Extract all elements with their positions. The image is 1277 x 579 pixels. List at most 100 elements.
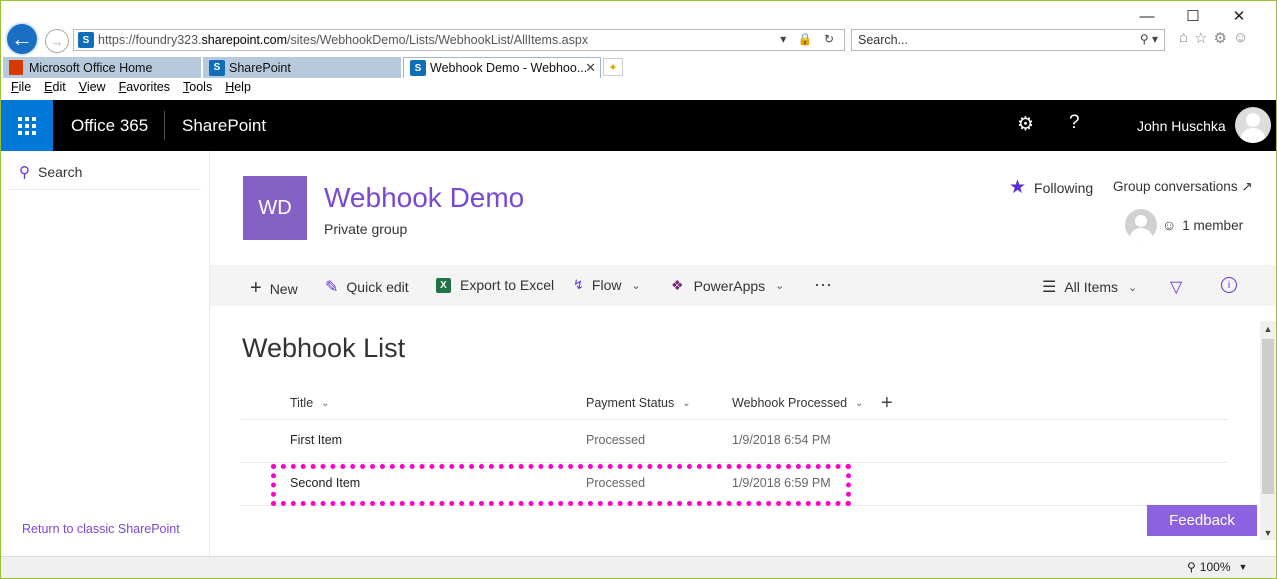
- sharepoint-favicon-icon: S: [209, 59, 225, 76]
- back-arrow-icon[interactable]: ←: [5, 22, 39, 56]
- menu-help[interactable]: Help: [225, 80, 251, 100]
- chevron-down-icon: ⌄: [321, 397, 330, 409]
- chevron-down-icon: ⌄: [775, 280, 785, 292]
- row1-processed: 1/9/2018 6:54 PM: [732, 433, 831, 447]
- nav-search-box[interactable]: ⚲ Search: [19, 163, 82, 181]
- menu-view[interactable]: View: [79, 80, 106, 100]
- info-icon[interactable]: i: [1221, 277, 1237, 293]
- url-host: sharepoint.com: [201, 33, 288, 47]
- filter-icon[interactable]: ▽: [1170, 277, 1182, 297]
- browser-window: — ☐ ✕ ← → S https://foundry323. sharepoin…: [0, 0, 1277, 579]
- column-header-webhook-processed[interactable]: Webhook Processed ⌄: [732, 396, 864, 410]
- column-header-title[interactable]: Title ⌄: [290, 396, 330, 410]
- row-divider: [241, 419, 1228, 420]
- zoom-control[interactable]: ⚲ 100% ▼: [1187, 560, 1247, 574]
- members-button[interactable]: ☺ 1 member: [1162, 217, 1243, 233]
- settings-gear-icon[interactable]: ⚙: [1017, 113, 1034, 136]
- app-launcher-icon[interactable]: [1, 100, 53, 151]
- highlight-annotation: [271, 464, 851, 506]
- member-avatar[interactable]: [1125, 209, 1157, 241]
- powerapps-icon: ❖: [671, 277, 684, 293]
- menu-file[interactable]: File: [11, 80, 31, 100]
- close-icon[interactable]: ✕: [1216, 5, 1262, 27]
- powerapps-label: PowerApps: [693, 277, 766, 294]
- plus-icon: +: [250, 277, 262, 299]
- column-label: Payment Status: [586, 396, 675, 410]
- browser-toolbar: ⌂ ☆ ⚙ ☺: [1179, 29, 1248, 47]
- column-header-payment-status[interactable]: Payment Status ⌄: [586, 396, 691, 410]
- following-button[interactable]: ★ Following: [1009, 176, 1093, 199]
- user-avatar[interactable]: [1235, 107, 1271, 143]
- dropdown-icon[interactable]: ▾: [780, 32, 790, 46]
- search-icon: ⚲: [19, 164, 30, 181]
- row-divider: [241, 462, 1228, 463]
- browser-search-icon[interactable]: ⚲ ▾: [1140, 32, 1158, 46]
- maximize-icon[interactable]: ☐: [1170, 5, 1216, 27]
- more-actions-button[interactable]: ···: [814, 274, 832, 295]
- feedback-button[interactable]: Feedback: [1147, 505, 1257, 536]
- site-title[interactable]: Webhook Demo: [324, 182, 524, 214]
- minimize-icon[interactable]: —: [1124, 5, 1170, 27]
- site-logo[interactable]: WD: [243, 176, 307, 240]
- person-icon: ☺: [1162, 217, 1177, 233]
- nav-search-label: Search: [38, 164, 83, 180]
- menu-edit[interactable]: Edit: [44, 80, 66, 100]
- scroll-down-icon[interactable]: ▼: [1260, 525, 1276, 540]
- settings-gear-icon[interactable]: ⚙: [1214, 29, 1227, 47]
- address-bar[interactable]: S https://foundry323. sharepoint.com/site…: [73, 29, 845, 51]
- group-conversations-link[interactable]: Group conversations ↗: [1113, 179, 1253, 195]
- sharepoint-link[interactable]: SharePoint: [182, 116, 266, 136]
- view-selector[interactable]: ☰ All Items ⌄: [1042, 277, 1137, 297]
- pencil-icon: ✎: [325, 279, 339, 296]
- forward-arrow-icon[interactable]: →: [45, 29, 69, 53]
- scroll-up-icon[interactable]: ▲: [1260, 321, 1276, 336]
- tab-office-home[interactable]: Microsoft Office Home: [3, 57, 201, 78]
- list-title: Webhook List: [242, 333, 406, 363]
- flow-icon: ↯: [573, 277, 584, 292]
- url-prefix: https://foundry323.: [98, 33, 202, 47]
- add-column-icon[interactable]: +: [881, 392, 893, 415]
- browser-search-input[interactable]: Search... ⚲ ▾: [851, 29, 1165, 51]
- window-controls: — ☐ ✕: [1124, 5, 1262, 27]
- refresh-icon[interactable]: ↻: [824, 32, 838, 46]
- tab-webhook-demo[interactable]: S Webhook Demo - Webhoo... ✕: [403, 57, 601, 78]
- home-icon[interactable]: ⌂: [1179, 29, 1188, 47]
- sharepoint-favicon-icon: S: [410, 60, 426, 76]
- new-label: New: [269, 280, 298, 297]
- sharepoint-favicon-icon: S: [78, 32, 94, 48]
- help-icon[interactable]: ?: [1069, 112, 1080, 134]
- nav-divider: [9, 189, 201, 190]
- quick-edit-label: Quick edit: [346, 279, 409, 295]
- status-bar: ⚲ 100% ▼: [1, 556, 1276, 578]
- site-subtitle: Private group: [324, 221, 408, 237]
- url-path: /sites/WebhookDemo/Lists/WebhookList/All…: [287, 33, 589, 47]
- tab-sharepoint[interactable]: S SharePoint: [203, 57, 401, 78]
- members-count: 1 member: [1182, 217, 1244, 233]
- export-excel-button[interactable]: X Export to Excel: [436, 277, 554, 293]
- suite-divider: [164, 111, 165, 140]
- smiley-icon[interactable]: ☺: [1233, 29, 1248, 47]
- new-tab-icon[interactable]: ✦: [603, 58, 623, 76]
- favorites-star-icon[interactable]: ☆: [1194, 29, 1207, 47]
- menu-favorites[interactable]: Favorites: [119, 80, 170, 100]
- office365-link[interactable]: Office 365: [71, 116, 148, 136]
- return-to-classic-link[interactable]: Return to classic SharePoint: [22, 522, 180, 536]
- tab-close-icon[interactable]: ✕: [585, 60, 596, 76]
- tab-label: Microsoft Office Home: [29, 60, 153, 75]
- quick-edit-button[interactable]: ✎ Quick edit: [325, 277, 409, 297]
- page-scrollbar[interactable]: ▲ ▼: [1260, 321, 1276, 540]
- menu-tools[interactable]: Tools: [183, 80, 212, 100]
- scroll-thumb[interactable]: [1262, 339, 1274, 494]
- row1-title[interactable]: First Item: [290, 433, 342, 447]
- menu-bar: File Edit View Favorites Tools Help: [1, 80, 1276, 100]
- powerapps-button[interactable]: ❖ PowerApps ⌄: [671, 277, 784, 294]
- user-name[interactable]: John Huschka: [1137, 118, 1226, 134]
- list-lines-icon: ☰: [1042, 279, 1057, 296]
- new-button[interactable]: + New: [250, 277, 298, 300]
- flow-button[interactable]: ↯ Flow ⌄: [573, 277, 641, 293]
- column-label: Webhook Processed: [732, 396, 848, 410]
- view-label: All Items: [1064, 279, 1119, 295]
- command-bar: + New ✎ Quick edit X Export to Excel ↯ F…: [210, 265, 1276, 306]
- lock-icon[interactable]: 🔒: [798, 32, 817, 46]
- tab-label: SharePoint: [229, 60, 291, 75]
